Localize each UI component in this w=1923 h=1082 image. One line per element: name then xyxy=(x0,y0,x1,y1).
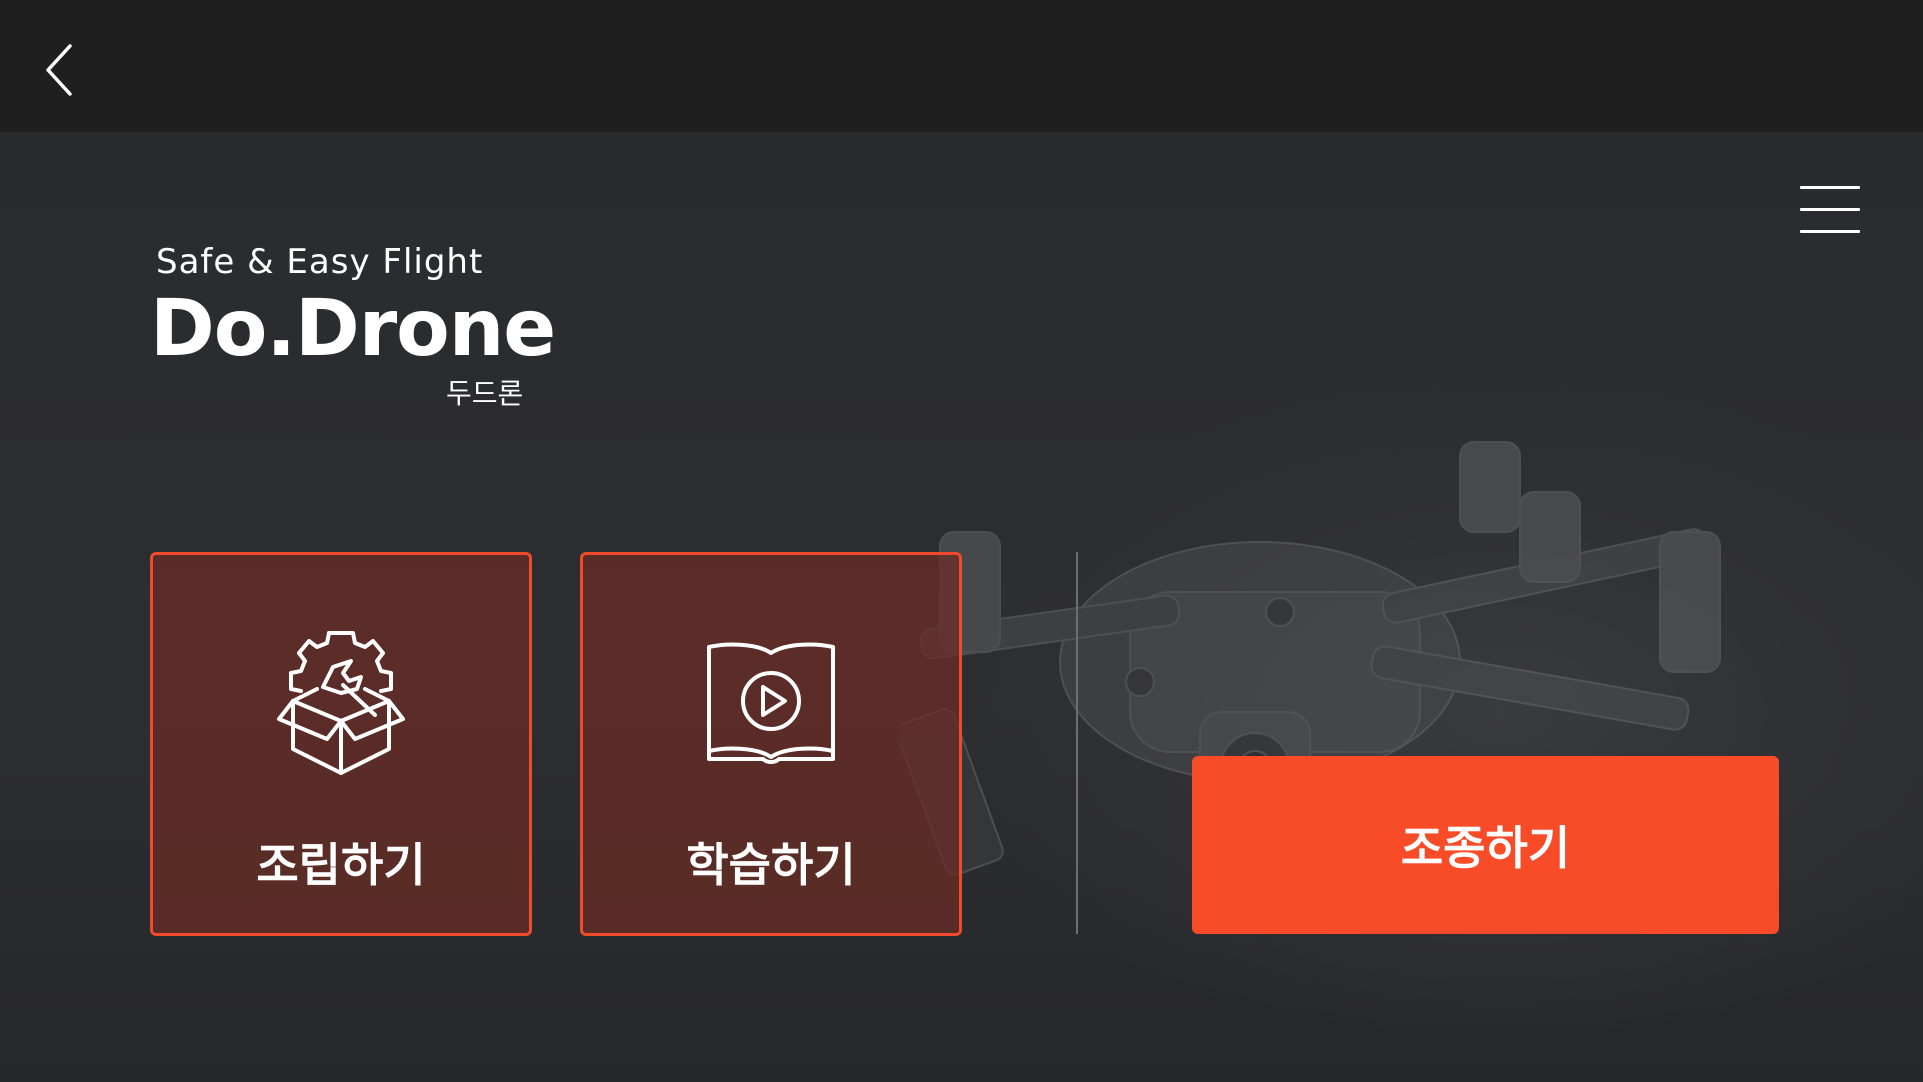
tagline: Safe & Easy Flight xyxy=(156,242,484,282)
fly-button[interactable]: 조종하기 xyxy=(1192,756,1779,934)
assembly-box-wrench-icon xyxy=(277,631,405,775)
brand-korean-name: 두드론 xyxy=(446,377,524,410)
assemble-card-label: 조립하기 xyxy=(256,838,426,892)
top-bar xyxy=(0,0,1923,132)
learn-card-label: 학습하기 xyxy=(686,838,856,892)
hamburger-menu-icon-line xyxy=(1800,208,1860,211)
brand-title: Do.Drone xyxy=(150,284,556,374)
hamburger-menu-icon-line xyxy=(1800,230,1860,233)
video-book-icon xyxy=(707,642,835,764)
hamburger-menu-icon xyxy=(1800,186,1860,189)
back-button[interactable] xyxy=(30,38,90,102)
chevron-left-icon xyxy=(46,44,72,96)
vertical-divider xyxy=(1076,552,1078,934)
menu-button[interactable] xyxy=(1796,186,1862,238)
assemble-card[interactable]: 조립하기 xyxy=(150,552,532,936)
learn-card[interactable]: 학습하기 xyxy=(580,552,962,936)
